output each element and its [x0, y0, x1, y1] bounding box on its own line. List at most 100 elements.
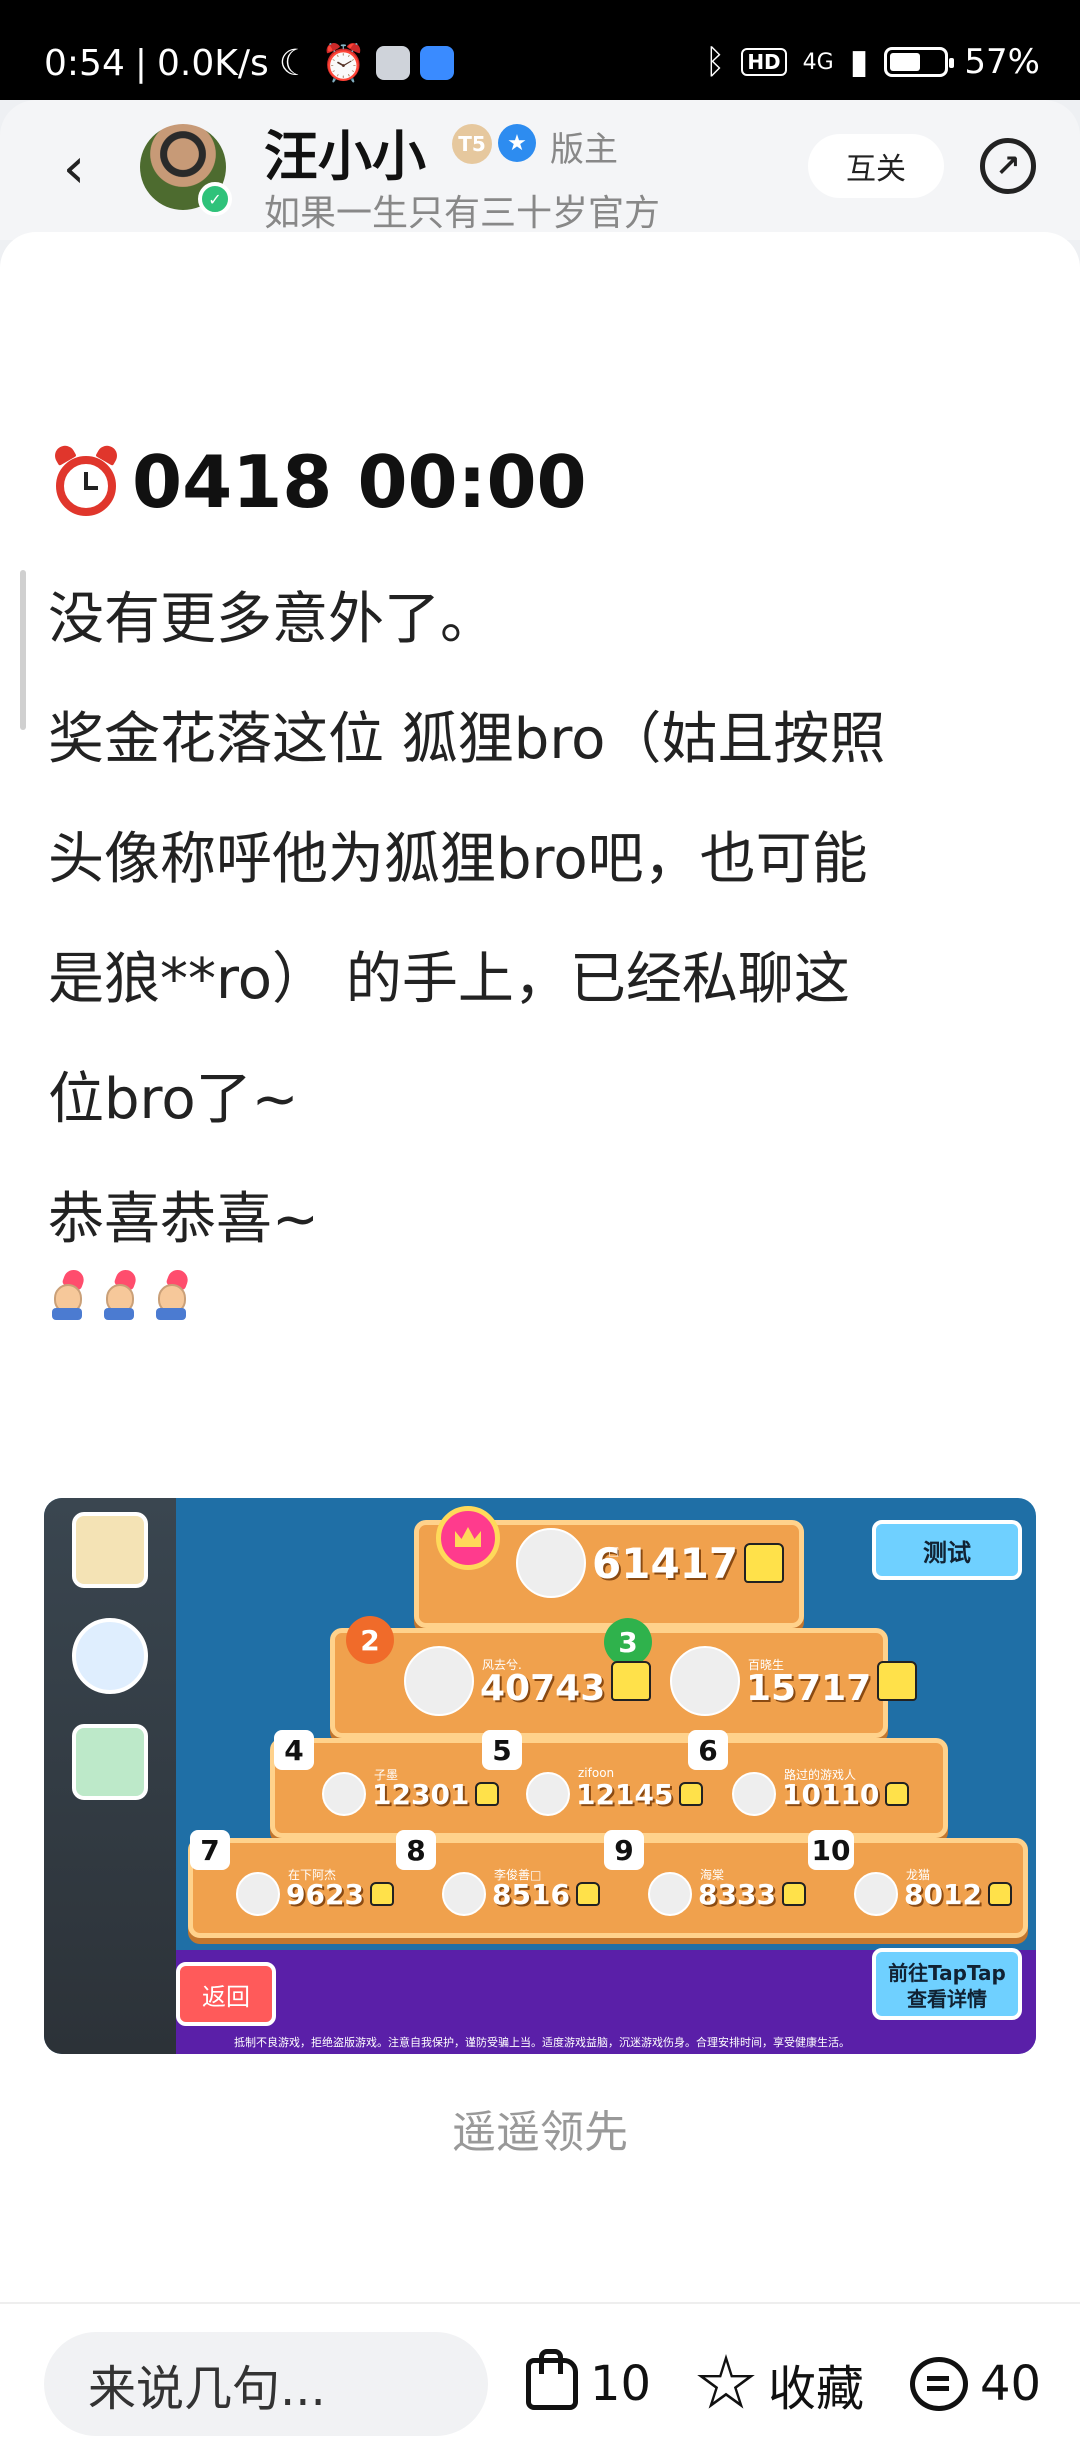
rank-entry-9: 8333 — [648, 1872, 806, 1916]
comment-button[interactable]: 40 — [910, 2334, 1041, 2434]
rank-avatar — [854, 1872, 898, 1916]
rank-score: 15717 — [746, 1667, 872, 1709]
share-icon[interactable]: ↗ — [980, 138, 1036, 194]
thumbs-up-icon — [575, 1882, 600, 1906]
post-body: 没有更多意外了。 奖金花落这位 狐狸bro（姑且按照 头像称呼他为狐狸bro吧，… — [48, 560, 1048, 1280]
rank-number: 6 — [688, 1730, 728, 1770]
rank-avatar — [516, 1528, 586, 1598]
rank-avatar — [442, 1872, 486, 1916]
post-header: ‹ ✓ 汪小小 T5 ★ 版主 如果一生只有三十岁官方 互关 ↗ — [0, 100, 1080, 240]
rank-entry-1: 61417 — [516, 1528, 785, 1598]
rank-number: 8 — [396, 1830, 436, 1870]
like-button[interactable]: 10 — [526, 2334, 651, 2434]
rank-avatar — [648, 1872, 692, 1916]
rank-number: 4 — [274, 1730, 314, 1770]
back-button[interactable]: ‹ — [44, 135, 104, 201]
post-line: 位bro了~ — [48, 1067, 299, 1132]
rank-entry-10: 8012 — [854, 1872, 1012, 1916]
finger-heart-emoji-icon — [48, 1267, 88, 1320]
game-sidebar — [44, 1498, 176, 2054]
app-notification-icon — [375, 46, 410, 80]
rank-number: 9 — [604, 1830, 644, 1870]
post-image[interactable]: 返回 抵制不良游戏，拒绝盗版游戏。注意自我保护，谨防受骗上当。适度游戏益脑，沉迷… — [44, 1498, 1036, 2054]
verified-check-icon: ✓ — [198, 182, 232, 216]
rank-name: 路过的游戏人 — [784, 1768, 857, 1782]
rank-number: 5 — [482, 1730, 522, 1770]
rank-avatar — [732, 1772, 776, 1816]
mailbox-icon — [72, 1512, 148, 1588]
avatar[interactable]: ✓ — [140, 124, 232, 216]
post-line: 奖金花落这位 狐狸bro（姑且按照 — [48, 707, 886, 772]
post-line: 没有更多意外了。 — [48, 587, 496, 652]
rank-avatar — [236, 1872, 280, 1916]
game-back-button: 返回 — [176, 1962, 276, 2026]
rank-score: 12145 — [576, 1777, 674, 1811]
rank-entry-4: 12301 — [322, 1772, 500, 1816]
signal-icon: ▮ — [849, 42, 869, 82]
network-type: 4G — [802, 49, 834, 75]
rank-avatar — [670, 1646, 740, 1716]
status-right: ᛒ HD 4G ▮ 57% — [705, 42, 1040, 82]
rank-number: 2 — [346, 1616, 394, 1664]
certified-icon: ★ — [498, 124, 536, 162]
post-line: 恭喜恭喜~ — [48, 1187, 319, 1252]
star-icon — [697, 2354, 755, 2409]
hd-badge: HD — [741, 48, 787, 76]
battery-fill — [890, 53, 921, 71]
thumbs-up-icon — [611, 1661, 652, 1701]
rank-name: zifoon — [578, 1766, 615, 1780]
status-left: 0:54 | 0.0K/s ☾ ⏰ — [44, 42, 454, 84]
comment-icon — [910, 2357, 968, 2411]
favorite-button[interactable]: 收藏 — [696, 2334, 864, 2434]
rank-avatar — [322, 1772, 366, 1816]
scroll-indicator[interactable] — [20, 570, 26, 730]
thumbs-up-icon — [475, 1782, 500, 1806]
network-speed: 0.0K/s — [156, 42, 269, 84]
user-subtitle: 如果一生只有三十岁官方 — [264, 193, 661, 234]
rank-number: 10 — [808, 1830, 854, 1870]
chevron-left-icon: ‹ — [62, 135, 86, 201]
rank-entry-5: 12145 — [526, 1772, 704, 1816]
upload-notification-icon — [419, 46, 454, 80]
status-bar: 0:54 | 0.0K/s ☾ ⏰ ᛒ HD 4G ▮ 57% — [0, 0, 1080, 100]
finger-heart-emoji-icon — [152, 1267, 192, 1320]
thumbs-up-icon — [679, 1782, 704, 1806]
favorite-label: 收藏 — [768, 2361, 865, 2417]
rank-name: 在下阿杰 — [288, 1868, 337, 1882]
clock-icon — [72, 1618, 148, 1694]
shop-icon — [72, 1724, 148, 1800]
emoji-row — [48, 1267, 192, 1320]
thumbs-up-icon — [877, 1661, 918, 1701]
battery-icon — [884, 47, 955, 77]
comment-input[interactable]: 来说几句... — [44, 2332, 488, 2436]
comment-count: 40 — [980, 2356, 1042, 2412]
crown-icon — [436, 1506, 500, 1570]
battery-percent: 57% — [964, 42, 1040, 82]
thumbs-up-icon — [781, 1882, 806, 1906]
role-label: 版主 — [550, 130, 618, 170]
thumbs-up-icon — [526, 2349, 578, 2410]
follow-button[interactable]: 互关 — [808, 134, 944, 198]
thumbs-up-icon — [885, 1782, 910, 1806]
moon-icon: ☾ — [278, 42, 312, 84]
rank-name: 风去兮. — [482, 1658, 522, 1672]
rank-entry-3: 15717 — [670, 1646, 918, 1716]
game-health-notice: 抵制不良游戏，拒绝盗版游戏。注意自我保护，谨防受骗上当。适度游戏益脑，沉迷游戏伤… — [234, 2036, 850, 2049]
alarm-status-icon: ⏰ — [321, 43, 366, 84]
rank-name: □ — [608, 1544, 620, 1558]
rank-avatar — [404, 1646, 474, 1716]
finger-heart-emoji-icon — [100, 1267, 140, 1320]
bottom-action-bar: 来说几句... 10 收藏 40 — [0, 2302, 1080, 2460]
status-time: 0:54 — [44, 42, 125, 84]
user-name[interactable]: 汪小小 — [264, 112, 426, 191]
post-title-text: 0418 00:00 — [132, 440, 587, 524]
bluetooth-icon: ᛒ — [704, 42, 726, 82]
post-title: 0418 00:00 — [48, 440, 587, 524]
alarm-clock-icon — [48, 442, 124, 520]
rank-name: 龙猫 — [906, 1868, 931, 1882]
level-badge: T5 — [452, 124, 492, 164]
thumbs-up-icon — [369, 1882, 394, 1906]
rank-avatar — [526, 1772, 570, 1816]
rank-name: 海棠 — [700, 1868, 725, 1882]
image-caption: 遥遥领先 — [452, 2107, 628, 2158]
